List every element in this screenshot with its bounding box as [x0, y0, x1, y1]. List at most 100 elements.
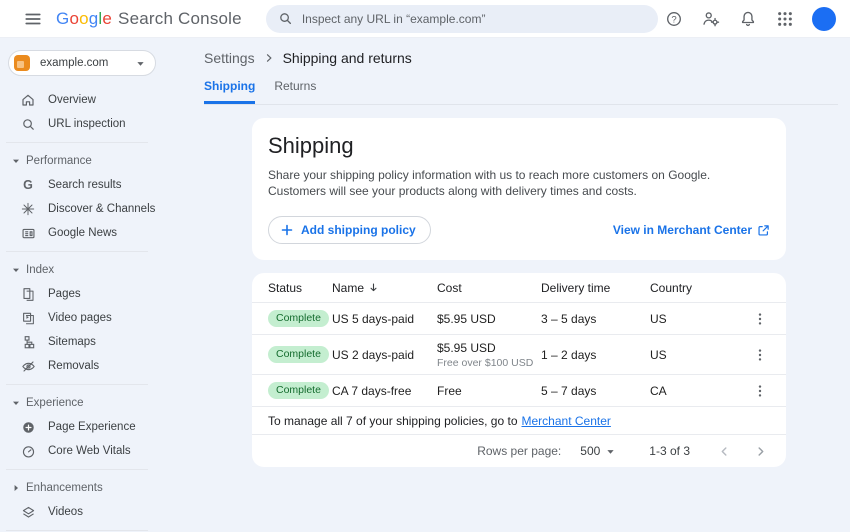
apps-grid-icon[interactable] — [771, 5, 799, 33]
rows-per-page-select[interactable]: 500 — [580, 444, 615, 458]
sidebar-item-url-inspection[interactable]: URL inspection — [0, 112, 196, 136]
sidebar-item-page-experience[interactable]: Page Experience — [0, 415, 196, 439]
sidebar-item-google-news[interactable]: Google News — [0, 221, 196, 245]
tab-bar: Shipping Returns — [204, 79, 838, 105]
help-icon[interactable]: ? — [660, 5, 688, 33]
product-name: Search Console — [118, 9, 242, 29]
divider — [6, 469, 148, 470]
shipping-description: Share your shipping policy information w… — [268, 167, 770, 199]
note-text: To manage all 7 of your shipping policie… — [268, 414, 518, 428]
section-label: Performance — [26, 155, 92, 167]
sidebar-section-experience[interactable]: Experience — [0, 391, 196, 415]
column-header-country: Country — [650, 281, 750, 295]
notifications-icon[interactable] — [734, 5, 762, 33]
sidebar-item-label: Overview — [48, 94, 96, 106]
sidebar-section-performance[interactable]: Performance — [0, 149, 196, 173]
description-line-2: Customers will see your products along w… — [268, 183, 770, 199]
add-shipping-policy-button[interactable]: Add shipping policy — [268, 216, 431, 244]
shipping-policies-table: Status Name Cost Delivery time Country C… — [252, 273, 786, 467]
sidebar-item-removals[interactable]: Removals — [0, 354, 196, 378]
user-settings-icon[interactable] — [697, 5, 725, 33]
policy-country: US — [650, 312, 750, 326]
caret-down-icon — [12, 157, 20, 165]
property-label: example.com — [40, 57, 136, 69]
previous-page-icon[interactable] — [712, 439, 736, 463]
pages-icon — [20, 286, 36, 302]
caret-down-icon — [12, 266, 20, 274]
row-menu-icon[interactable] — [750, 379, 770, 403]
merchant-center-link-label: View in Merchant Center — [613, 223, 752, 237]
caret-down-icon — [12, 399, 20, 407]
url-inspect-searchbar[interactable] — [266, 5, 658, 33]
status-badge: Complete — [268, 310, 329, 327]
sidebar-item-overview[interactable]: Overview — [0, 88, 196, 112]
section-label: Experience — [26, 397, 84, 409]
policy-cost-note: Free over $100 USD — [437, 357, 541, 369]
sidebar-item-label: URL inspection — [48, 118, 126, 130]
sidebar-item-label: Search results — [48, 179, 122, 191]
pagination-bar: Rows per page: 500 1-3 of 3 — [252, 435, 786, 467]
sidebar-section-enhancements[interactable]: Enhancements — [0, 476, 196, 500]
sidebar-section-index[interactable]: Index — [0, 258, 196, 282]
tab-shipping[interactable]: Shipping — [204, 79, 255, 104]
manage-policies-note: To manage all 7 of your shipping policie… — [252, 407, 786, 435]
logo-letter: o — [79, 9, 89, 29]
plus-icon — [280, 223, 294, 237]
row-menu-icon[interactable] — [750, 307, 770, 331]
sidebar-item-label: Pages — [48, 288, 81, 300]
top-actions: ? — [660, 5, 836, 33]
tab-returns[interactable]: Returns — [274, 79, 316, 104]
video-pages-icon — [20, 310, 36, 326]
section-label: Index — [26, 264, 54, 276]
sidebar-item-pages[interactable]: Pages — [0, 282, 196, 306]
property-selector[interactable]: example.com — [8, 50, 156, 76]
sidebar-item-core-web-vitals[interactable]: Core Web Vitals — [0, 439, 196, 463]
avatar[interactable] — [812, 7, 836, 31]
row-menu-icon[interactable] — [750, 343, 770, 367]
view-in-merchant-center-link[interactable]: View in Merchant Center — [613, 223, 770, 237]
table-row: Complete US 2 days-paid $5.95 USD Free o… — [252, 335, 786, 375]
breadcrumb: Settings Shipping and returns — [204, 50, 850, 66]
description-line-1: Share your shipping policy information w… — [268, 167, 770, 183]
table-header-row: Status Name Cost Delivery time Country — [252, 273, 786, 303]
sidebar-item-search-results[interactable]: G Search results — [0, 173, 196, 197]
policy-delivery: 1 – 2 days — [541, 348, 650, 362]
sidebar-item-sitemaps[interactable]: Sitemaps — [0, 330, 196, 354]
policy-name: US 2 days-paid — [332, 348, 437, 362]
section-label: Enhancements — [26, 482, 103, 494]
sort-desc-icon — [368, 282, 379, 293]
column-header-name[interactable]: Name — [332, 281, 437, 295]
breadcrumb-settings[interactable]: Settings — [204, 50, 255, 66]
policy-cost: $5.95 USD — [437, 341, 541, 355]
menu-icon[interactable] — [18, 4, 48, 34]
policy-cost: Free — [437, 384, 541, 398]
policy-delivery: 5 – 7 days — [541, 384, 650, 398]
sidebar-item-label: Page Experience — [48, 421, 136, 433]
divider — [6, 142, 148, 143]
sidebar-item-video-pages[interactable]: Video pages — [0, 306, 196, 330]
policy-delivery: 3 – 5 days — [541, 312, 650, 326]
divider — [6, 384, 148, 385]
app-logo[interactable]: G o o g l e Search Console — [56, 9, 242, 29]
sidebar-item-discover[interactable]: Discover & Channels — [0, 197, 196, 221]
search-input[interactable] — [302, 12, 646, 26]
sidebar: example.com Overview URL inspection Perf… — [0, 38, 196, 532]
merchant-center-note-link[interactable]: Merchant Center — [522, 414, 611, 428]
svg-text:?: ? — [671, 14, 676, 25]
main-content: Settings Shipping and returns Shipping R… — [196, 38, 850, 532]
sidebar-item-label: Removals — [48, 360, 99, 372]
status-badge: Complete — [268, 382, 329, 399]
domain-property-icon — [14, 55, 30, 71]
sidebar-item-label: Video pages — [48, 312, 112, 324]
shipping-card: Shipping Share your shipping policy info… — [252, 118, 786, 260]
news-icon — [20, 225, 36, 241]
sidebar-item-videos[interactable]: Videos — [0, 500, 196, 524]
column-header-status: Status — [268, 281, 332, 295]
policy-name: US 5 days-paid — [332, 312, 437, 326]
policy-cost: $5.95 USD — [437, 312, 541, 326]
sidebar-item-label: Sitemaps — [48, 336, 96, 348]
table-row: Complete US 5 days-paid $5.95 USD 3 – 5 … — [252, 303, 786, 335]
next-page-icon[interactable] — [748, 439, 772, 463]
sidebar-item-label: Discover & Channels — [48, 203, 155, 215]
external-link-icon — [757, 224, 770, 237]
